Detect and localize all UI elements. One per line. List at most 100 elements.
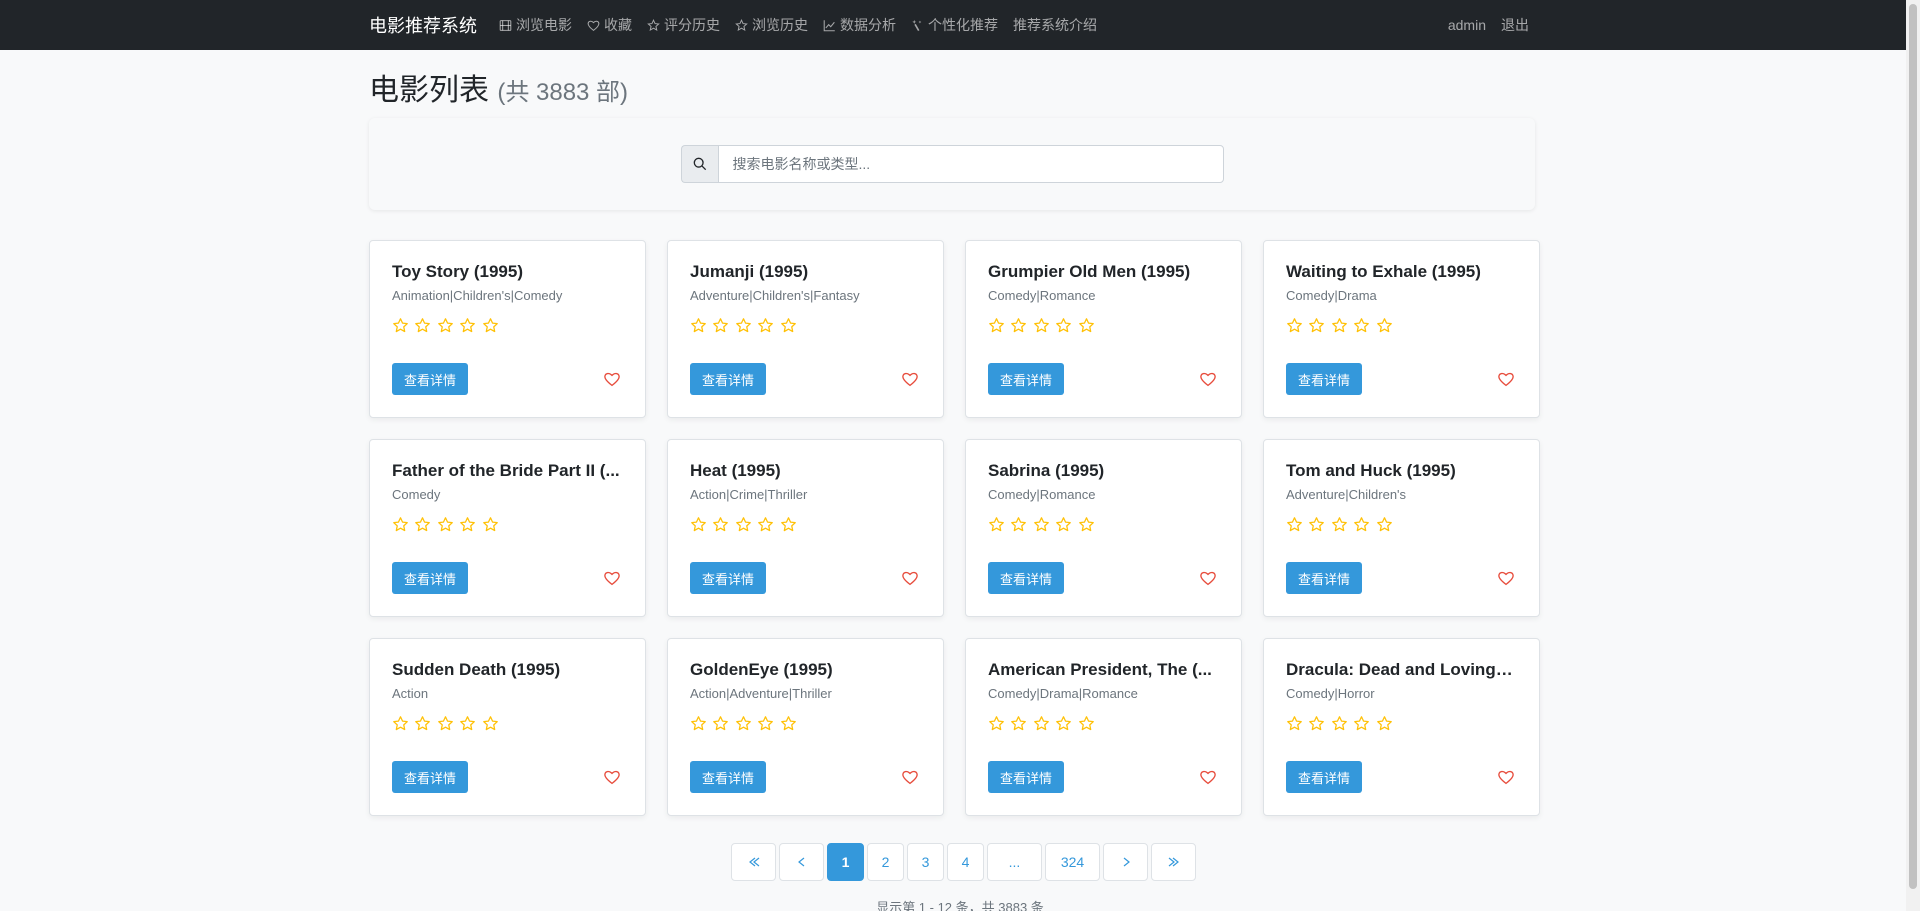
favorite-heart-icon[interactable] [1199, 768, 1217, 786]
rating-star-icon[interactable] [392, 715, 409, 732]
rating-star-icon[interactable] [712, 317, 729, 334]
rating-star-icon[interactable] [437, 516, 454, 533]
rating-star-icon[interactable] [437, 715, 454, 732]
rating-star-icon[interactable] [392, 516, 409, 533]
rating-star-icon[interactable] [712, 715, 729, 732]
rating-star-icon[interactable] [735, 715, 752, 732]
rating-star-icon[interactable] [1308, 317, 1325, 334]
view-details-button[interactable]: 查看详情 [392, 761, 469, 793]
first-page-button[interactable] [731, 843, 776, 881]
rating-star-icon[interactable] [1286, 317, 1303, 334]
view-details-button[interactable]: 查看详情 [988, 761, 1065, 793]
rating-star-icon[interactable] [757, 715, 774, 732]
rating-star-icon[interactable] [1353, 516, 1370, 533]
next-page-button[interactable] [1103, 843, 1148, 881]
rating-star-icon[interactable] [414, 715, 431, 732]
view-details-button[interactable]: 查看详情 [392, 363, 469, 395]
nav-browse-movies[interactable]: 浏览电影 [499, 15, 572, 35]
favorite-heart-icon[interactable] [901, 768, 919, 786]
logout-link[interactable]: 退出 [1501, 15, 1529, 35]
view-details-button[interactable]: 查看详情 [988, 562, 1065, 594]
rating-star-icon[interactable] [735, 516, 752, 533]
view-details-button[interactable]: 查看详情 [690, 761, 767, 793]
rating-star-icon[interactable] [780, 317, 797, 334]
rating-star-icon[interactable] [392, 317, 409, 334]
page-scrollbar[interactable] [1906, 0, 1920, 911]
rating-star-icon[interactable] [690, 715, 707, 732]
page-number-button[interactable]: 324 [1045, 843, 1100, 881]
rating-star-icon[interactable] [1078, 715, 1095, 732]
view-details-button[interactable]: 查看详情 [1286, 761, 1363, 793]
prev-page-button[interactable] [779, 843, 824, 881]
favorite-heart-icon[interactable] [1497, 569, 1515, 587]
nav-username[interactable]: admin [1448, 17, 1486, 33]
nav-system-intro[interactable]: 推荐系统介绍 [1013, 15, 1097, 35]
favorite-heart-icon[interactable] [603, 569, 621, 587]
rating-star-icon[interactable] [1033, 317, 1050, 334]
nav-rating-history[interactable]: 评分历史 [647, 15, 720, 35]
favorite-heart-icon[interactable] [901, 370, 919, 388]
page-number-button[interactable]: 4 [947, 843, 984, 881]
rating-star-icon[interactable] [1376, 317, 1393, 334]
rating-star-icon[interactable] [1078, 317, 1095, 334]
favorite-heart-icon[interactable] [603, 370, 621, 388]
rating-star-icon[interactable] [988, 317, 1005, 334]
rating-star-icon[interactable] [988, 516, 1005, 533]
rating-star-icon[interactable] [1376, 715, 1393, 732]
rating-star-icon[interactable] [1376, 516, 1393, 533]
rating-star-icon[interactable] [690, 516, 707, 533]
view-details-button[interactable]: 查看详情 [690, 363, 767, 395]
rating-star-icon[interactable] [1033, 516, 1050, 533]
favorite-heart-icon[interactable] [1497, 370, 1515, 388]
rating-star-icon[interactable] [437, 317, 454, 334]
view-details-button[interactable]: 查看详情 [1286, 363, 1363, 395]
scrollbar-thumb[interactable] [1909, 4, 1917, 889]
rating-star-icon[interactable] [1010, 715, 1027, 732]
rating-star-icon[interactable] [988, 715, 1005, 732]
rating-star-icon[interactable] [482, 516, 499, 533]
nav-browse-history[interactable]: 浏览历史 [735, 15, 808, 35]
rating-star-icon[interactable] [1331, 317, 1348, 334]
rating-star-icon[interactable] [690, 317, 707, 334]
rating-star-icon[interactable] [459, 317, 476, 334]
favorite-heart-icon[interactable] [1199, 569, 1217, 587]
rating-star-icon[interactable] [1353, 317, 1370, 334]
favorite-heart-icon[interactable] [1497, 768, 1515, 786]
view-details-button[interactable]: 查看详情 [1286, 562, 1363, 594]
rating-star-icon[interactable] [1331, 516, 1348, 533]
rating-star-icon[interactable] [1010, 516, 1027, 533]
rating-star-icon[interactable] [1308, 715, 1325, 732]
rating-star-icon[interactable] [1286, 715, 1303, 732]
favorite-heart-icon[interactable] [901, 569, 919, 587]
rating-star-icon[interactable] [757, 516, 774, 533]
rating-star-icon[interactable] [1010, 317, 1027, 334]
rating-star-icon[interactable] [414, 317, 431, 334]
rating-star-icon[interactable] [712, 516, 729, 533]
nav-personalized[interactable]: 个性化推荐 [911, 15, 998, 35]
rating-star-icon[interactable] [757, 317, 774, 334]
rating-star-icon[interactable] [1033, 715, 1050, 732]
page-number-button[interactable]: 2 [867, 843, 904, 881]
rating-star-icon[interactable] [1353, 715, 1370, 732]
rating-star-icon[interactable] [735, 317, 752, 334]
rating-star-icon[interactable] [780, 715, 797, 732]
rating-star-icon[interactable] [1078, 516, 1095, 533]
rating-star-icon[interactable] [1055, 715, 1072, 732]
last-page-button[interactable] [1151, 843, 1196, 881]
rating-star-icon[interactable] [482, 317, 499, 334]
search-input[interactable] [717, 145, 1224, 183]
view-details-button[interactable]: 查看详情 [690, 562, 767, 594]
page-number-button[interactable]: 3 [907, 843, 944, 881]
rating-star-icon[interactable] [414, 516, 431, 533]
nav-data-analysis[interactable]: 数据分析 [823, 15, 896, 35]
rating-star-icon[interactable] [482, 715, 499, 732]
rating-star-icon[interactable] [459, 516, 476, 533]
nav-favorites[interactable]: 收藏 [587, 15, 632, 35]
view-details-button[interactable]: 查看详情 [392, 562, 469, 594]
favorite-heart-icon[interactable] [1199, 370, 1217, 388]
page-ellipsis[interactable]: ... [987, 843, 1042, 881]
page-number-button[interactable]: 1 [827, 843, 864, 881]
rating-star-icon[interactable] [780, 516, 797, 533]
rating-star-icon[interactable] [1055, 317, 1072, 334]
favorite-heart-icon[interactable] [603, 768, 621, 786]
